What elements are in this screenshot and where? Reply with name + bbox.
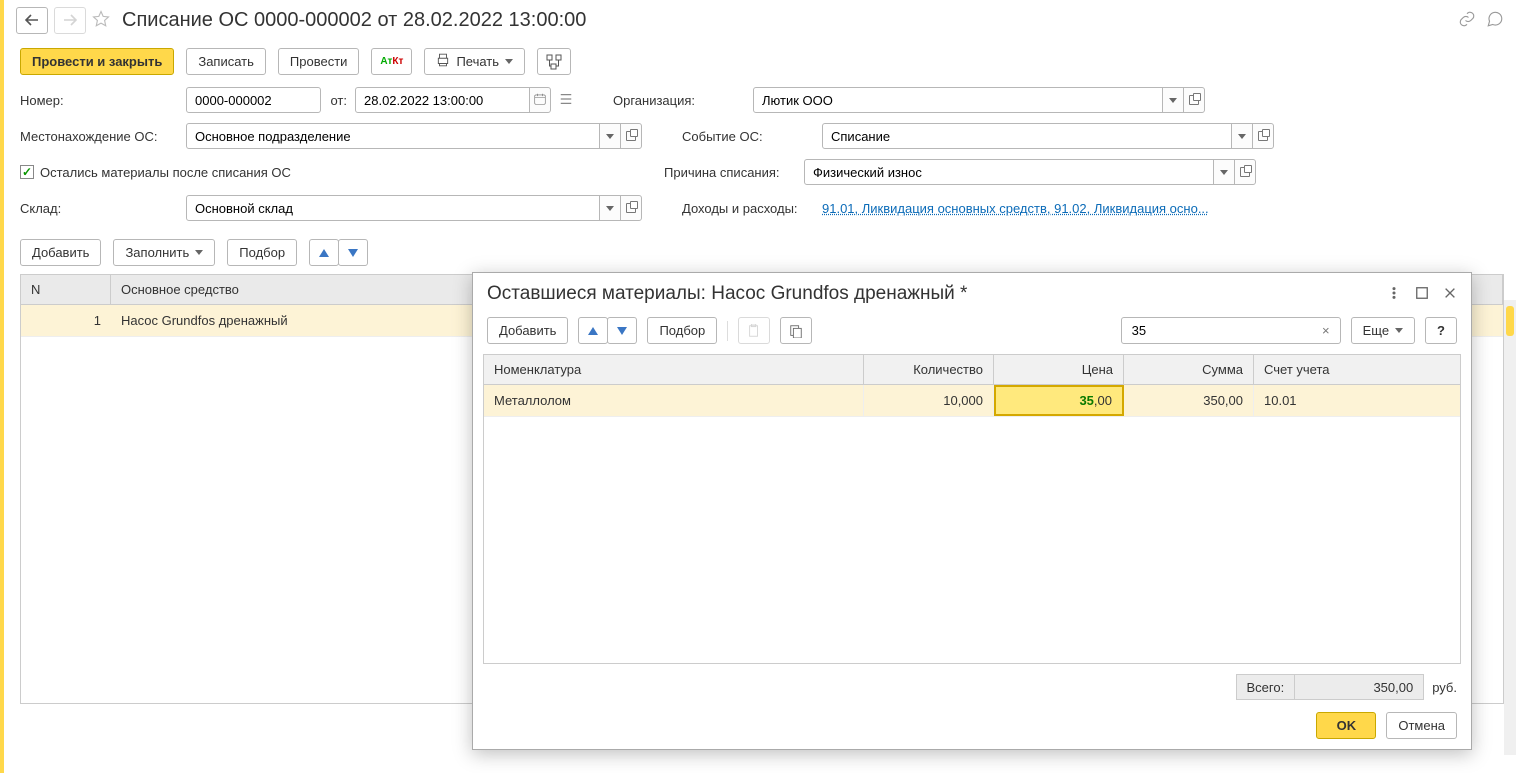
dcol-acc: Счет учета	[1254, 355, 1460, 384]
org-open-button[interactable]	[1183, 87, 1205, 113]
menu-icon[interactable]	[1387, 286, 1401, 303]
location-drop-button[interactable]	[599, 123, 621, 149]
search-input-wrapper: ×	[1121, 317, 1341, 344]
cell-nom: Металлолом	[484, 385, 864, 416]
event-input[interactable]	[829, 128, 1225, 145]
debit-credit-button[interactable]: АтКт	[371, 48, 412, 75]
materials-checkbox-label: Остались материалы после списания ОС	[40, 165, 291, 180]
from-label: от:	[321, 93, 355, 108]
materials-grid[interactable]: Номенклатура Количество Цена Сумма Счет …	[483, 354, 1461, 664]
move-down-button[interactable]	[338, 239, 368, 266]
post-and-close-button[interactable]: Провести и закрыть	[20, 48, 174, 75]
grid-pick-button[interactable]: Подбор	[227, 239, 297, 266]
post-button[interactable]: Провести	[278, 48, 360, 75]
cell-price[interactable]: 35,00	[994, 385, 1124, 416]
dialog-title: Оставшиеся материалы: Насос Grundfos дре…	[487, 283, 967, 305]
scrollbar[interactable]	[1504, 300, 1516, 755]
cell-n: 1	[21, 313, 111, 328]
reason-open-button[interactable]	[1234, 159, 1256, 185]
materials-checkbox[interactable]: ✓	[20, 165, 34, 179]
warehouse-label: Склад:	[20, 201, 186, 216]
dcol-qty: Количество	[864, 355, 994, 384]
total-label: Всего:	[1236, 674, 1295, 700]
cell-acc: 10.01	[1254, 385, 1460, 416]
dlg-move-up-button[interactable]	[578, 317, 608, 344]
location-input[interactable]	[193, 128, 593, 145]
nav-back-button[interactable]	[16, 7, 48, 34]
move-up-button[interactable]	[309, 239, 339, 266]
cancel-button[interactable]: Отмена	[1386, 712, 1457, 739]
ok-button[interactable]: OK	[1316, 712, 1376, 739]
link-icon[interactable]	[1458, 10, 1476, 31]
list-icon[interactable]	[559, 92, 573, 109]
dlg-move-down-button[interactable]	[607, 317, 637, 344]
grid-add-button[interactable]: Добавить	[20, 239, 101, 266]
chat-icon[interactable]	[1486, 10, 1504, 31]
location-open-button[interactable]	[620, 123, 642, 149]
dcol-nom: Номенклатура	[484, 355, 864, 384]
org-drop-button[interactable]	[1162, 87, 1184, 113]
materials-dialog: Оставшиеся материалы: Насос Grundfos дре…	[472, 272, 1472, 750]
dlg-add-button[interactable]: Добавить	[487, 317, 568, 344]
reason-label: Причина списания:	[664, 165, 804, 180]
number-input[interactable]	[193, 92, 314, 109]
maximize-icon[interactable]	[1415, 286, 1429, 303]
nav-forward-button[interactable]	[54, 7, 86, 34]
copy-button[interactable]	[780, 317, 812, 344]
warehouse-drop-button[interactable]	[599, 195, 621, 221]
cell-sum: 350,00	[1124, 385, 1254, 416]
grid-fill-button[interactable]: Заполнить	[113, 239, 215, 266]
dcol-price: Цена	[994, 355, 1124, 384]
income-label: Доходы и расходы:	[682, 201, 822, 216]
write-button[interactable]: Записать	[186, 48, 266, 75]
event-label: Событие ОС:	[682, 129, 822, 144]
col-n: N	[21, 275, 111, 304]
dlg-pick-button[interactable]: Подбор	[647, 317, 717, 344]
search-input[interactable]	[1130, 322, 1316, 339]
page-title: Списание ОС 0000-000002 от 28.02.2022 13…	[122, 9, 586, 32]
currency-label: руб.	[1424, 680, 1457, 695]
material-row[interactable]: Металлолом 10,000 35,00 350,00 10.01	[484, 385, 1460, 417]
help-button[interactable]: ?	[1425, 317, 1457, 344]
paste-button[interactable]	[738, 317, 770, 344]
separator	[727, 321, 728, 341]
calendar-button[interactable]	[529, 87, 551, 113]
reason-input[interactable]	[811, 164, 1207, 181]
favorite-icon[interactable]	[92, 10, 110, 31]
income-link[interactable]: 91.01, Ликвидация основных средств, 91.0…	[822, 201, 1274, 216]
clear-search-button[interactable]: ×	[1316, 323, 1336, 338]
total-value: 350,00	[1294, 674, 1424, 700]
location-label: Местонахождение ОС:	[20, 129, 186, 144]
print-button[interactable]: Печать	[424, 48, 525, 75]
reason-drop-button[interactable]	[1213, 159, 1235, 185]
number-label: Номер:	[20, 93, 186, 108]
more-button[interactable]: Еще	[1351, 317, 1415, 344]
cell-qty: 10,000	[864, 385, 994, 416]
close-icon[interactable]	[1443, 286, 1457, 303]
date-input[interactable]	[362, 92, 523, 109]
org-input[interactable]	[760, 92, 1156, 109]
dcol-sum: Сумма	[1124, 355, 1254, 384]
event-open-button[interactable]	[1252, 123, 1274, 149]
org-label: Организация:	[613, 93, 753, 108]
warehouse-open-button[interactable]	[620, 195, 642, 221]
event-drop-button[interactable]	[1231, 123, 1253, 149]
structure-button[interactable]	[537, 48, 571, 75]
warehouse-input[interactable]	[193, 200, 593, 217]
